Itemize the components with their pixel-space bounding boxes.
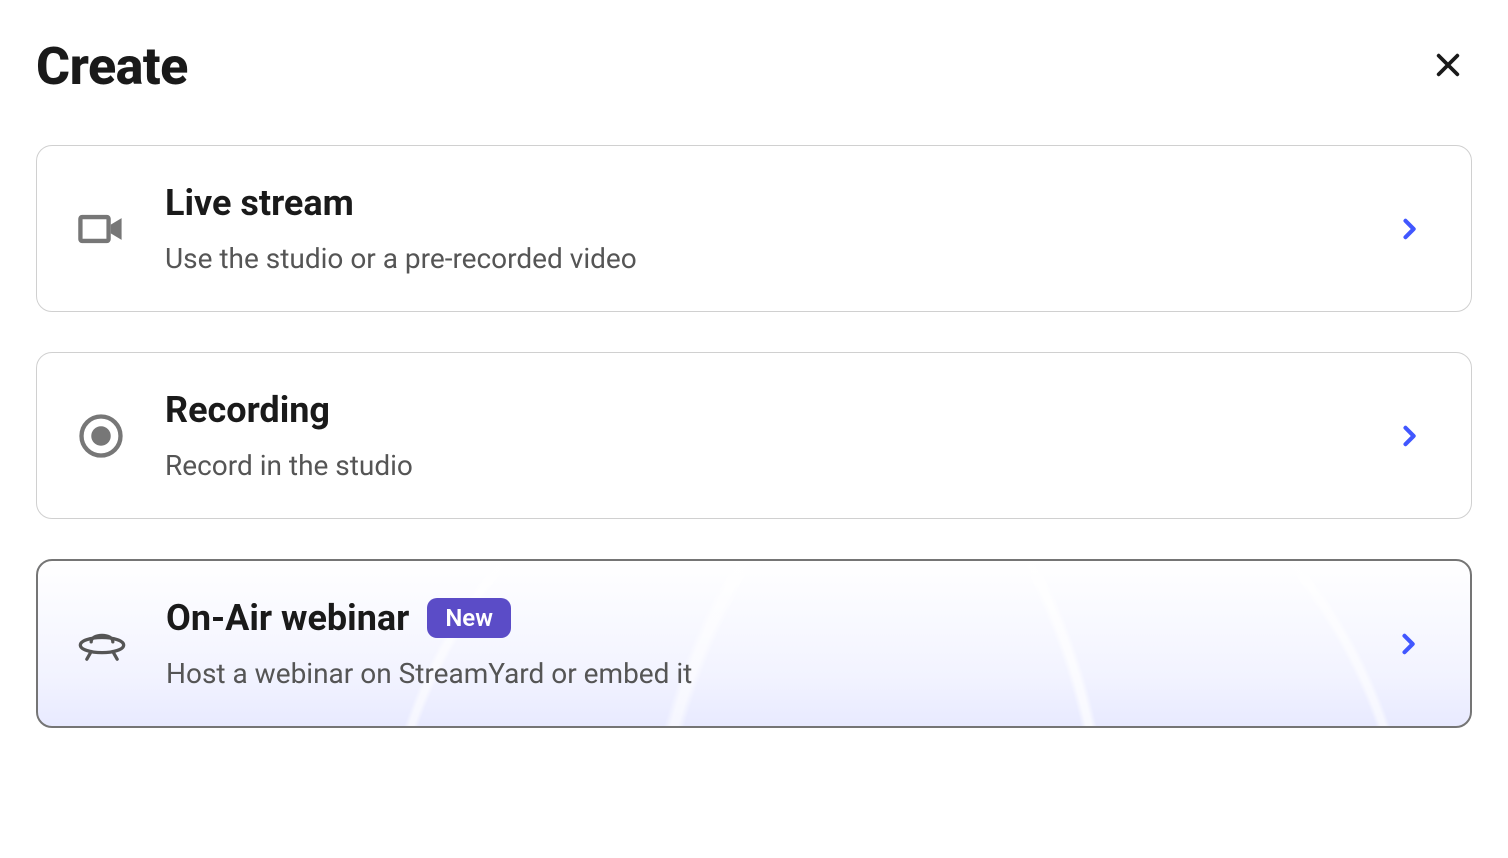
option-title-row: Live stream <box>165 182 1371 224</box>
modal-header: Create <box>36 36 1472 97</box>
option-body: Live stream Use the studio or a pre-reco… <box>165 182 1371 275</box>
option-title-row: Recording <box>165 389 1371 431</box>
options-list: Live stream Use the studio or a pre-reco… <box>36 145 1472 728</box>
option-body: Recording Record in the studio <box>165 389 1371 482</box>
option-title: Recording <box>165 389 330 431</box>
option-title-row: On-Air webinar New <box>166 597 1370 639</box>
option-recording[interactable]: Recording Record in the studio <box>36 352 1472 519</box>
option-live-stream[interactable]: Live stream Use the studio or a pre-reco… <box>36 145 1472 312</box>
close-icon <box>1432 49 1464 84</box>
option-body: On-Air webinar New Host a webinar on Str… <box>166 597 1370 690</box>
record-icon <box>73 408 129 464</box>
option-description: Record in the studio <box>165 449 1371 482</box>
chevron-right-icon <box>1395 422 1423 450</box>
option-title: On-Air webinar <box>166 597 409 639</box>
chevron-right-icon <box>1394 630 1422 658</box>
close-button[interactable] <box>1424 41 1472 92</box>
chevron-right-icon <box>1395 215 1423 243</box>
ufo-icon <box>74 616 130 672</box>
camera-icon <box>73 201 129 257</box>
option-description: Use the studio or a pre-recorded video <box>165 242 1371 275</box>
option-on-air-webinar[interactable]: On-Air webinar New Host a webinar on Str… <box>36 559 1472 728</box>
page-title: Create <box>36 36 188 97</box>
new-badge: New <box>427 598 511 638</box>
option-title: Live stream <box>165 182 354 224</box>
option-description: Host a webinar on StreamYard or embed it <box>166 657 1370 690</box>
